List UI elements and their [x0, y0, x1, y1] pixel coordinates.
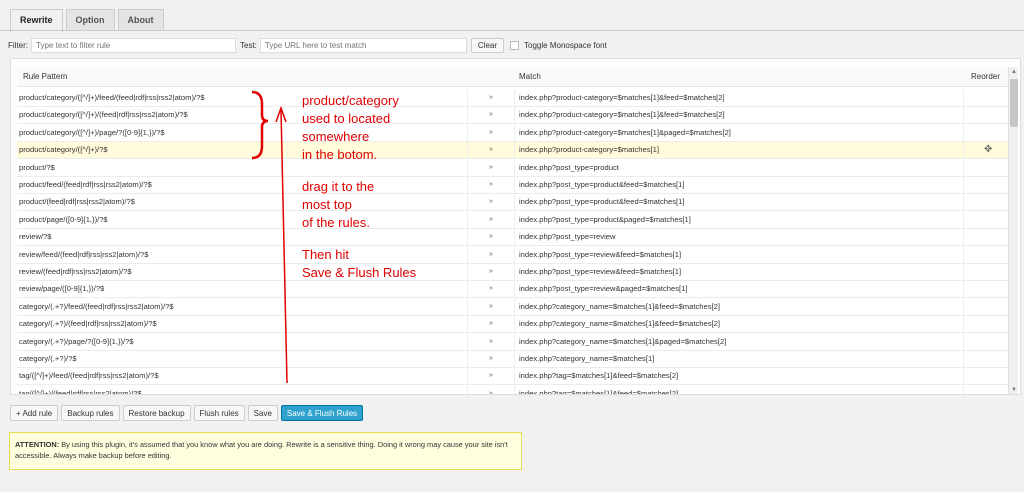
- annotation-arrow-line: [280, 109, 288, 384]
- annotation-brace: [251, 90, 269, 160]
- annotation-note-3: Then hit Save & Flush Rules: [302, 247, 417, 280]
- annotation-overlay: [251, 90, 288, 384]
- annotation-note-1: product/category used to located somewhe…: [302, 93, 399, 162]
- annotation-note-2: drag it to the most top of the rules.: [302, 179, 375, 230]
